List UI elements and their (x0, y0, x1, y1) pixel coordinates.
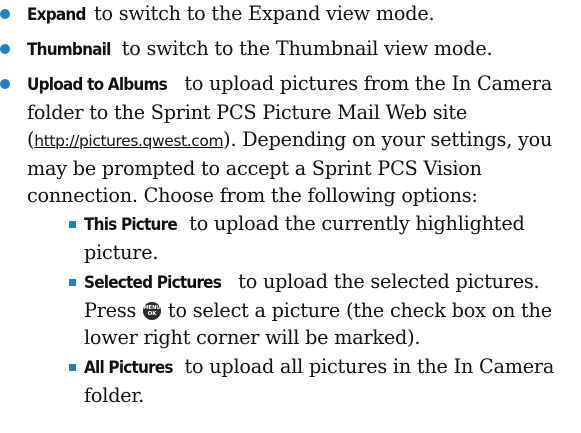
menu-ok-key-icon: MENU OK (143, 302, 162, 320)
bullet-icon (0, 9, 10, 19)
list-item-thumbnail: Thumbnail to switch to the Thumbnail vie… (0, 35, 581, 64)
term-upload-to-albums: Upload to Albums (27, 75, 168, 95)
sublist-item-all-pictures: All Pictures to upload all pictures in t… (27, 353, 581, 409)
list-item-expand: Expand to switch to the Expand view mode… (0, 0, 581, 29)
term-expand: Expand (27, 5, 86, 25)
square-bullet-icon (69, 279, 76, 286)
term-thumbnail: Thumbnail (27, 40, 111, 60)
sublist-item-this-picture: This Picture to upload the currently hig… (27, 210, 581, 266)
manual-page: Expand to switch to the Expand view mode… (0, 0, 581, 433)
picture-mail-link[interactable]: http://pictures.qwest.com (34, 132, 223, 150)
term-this-picture: This Picture (84, 215, 178, 235)
sublist-item-selected-pictures: Selected Pictures to upload the selected… (27, 268, 581, 351)
description-thumbnail: to switch to the Thumbnail view mode. (115, 37, 493, 60)
option-list: Expand to switch to the Expand view mode… (0, 0, 581, 409)
term-all-pictures: All Pictures (84, 358, 174, 378)
square-bullet-icon (69, 364, 76, 371)
term-selected-pictures: Selected Pictures (84, 273, 222, 293)
upload-options-list: This Picture to upload the currently hig… (27, 210, 581, 409)
bullet-icon (0, 44, 10, 54)
list-item-upload-to-albums: Upload to Albums to upload pictures from… (0, 70, 581, 409)
menu-key-label-bottom: OK (147, 311, 157, 317)
square-bullet-icon (69, 221, 76, 228)
description-expand: to switch to the Expand view mode. (88, 2, 435, 25)
bullet-icon (0, 79, 10, 89)
